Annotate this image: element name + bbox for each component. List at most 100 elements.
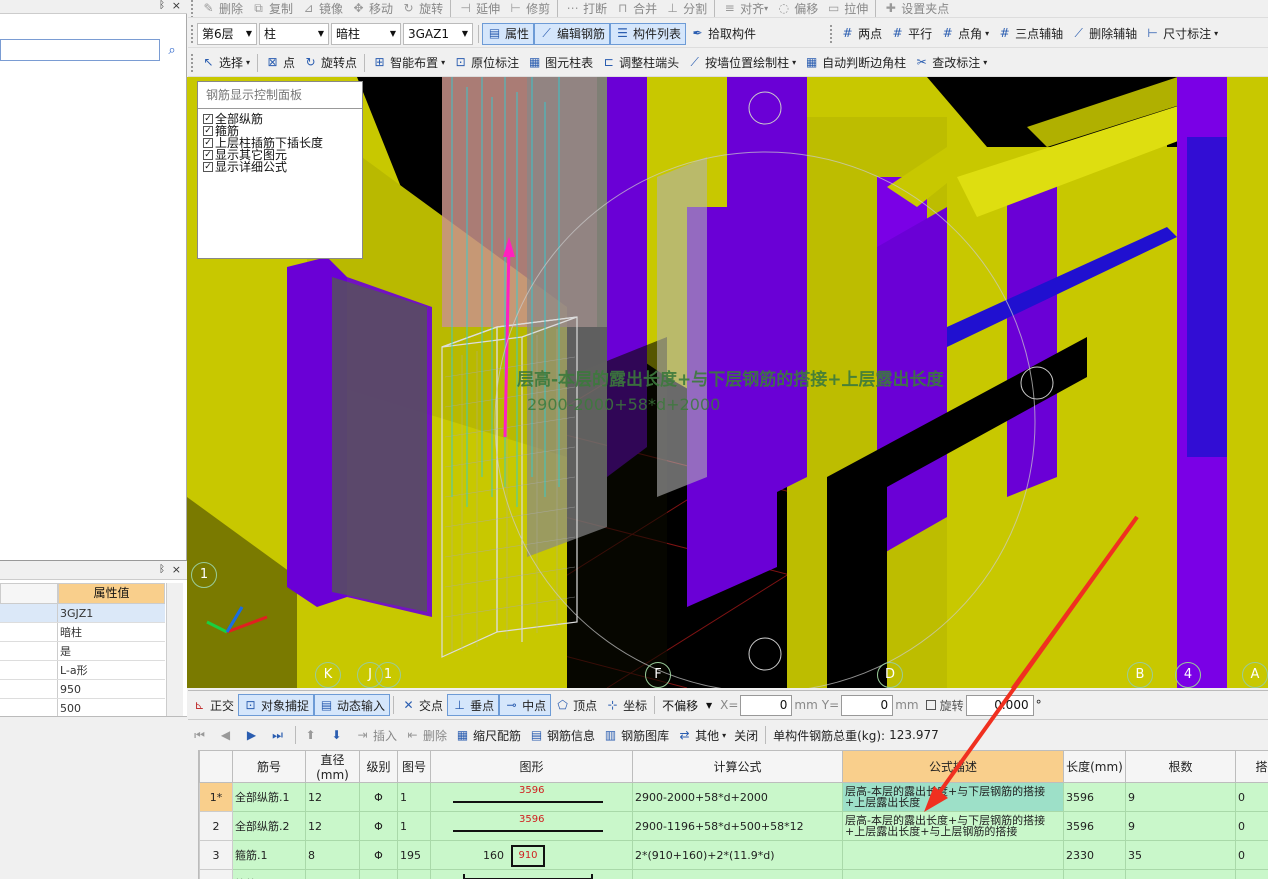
col-header[interactable]: 公式描述	[842, 750, 1064, 783]
point-button[interactable]: ⊠ 点	[261, 52, 299, 74]
type-select[interactable]: 暗柱 ▼	[331, 22, 401, 45]
property-value[interactable]: 3GJZ1	[58, 604, 165, 622]
attribute-button[interactable]: ▤ 属性	[482, 22, 535, 45]
close-icon[interactable]: ×	[172, 563, 181, 576]
rebar-info-button[interactable]: ▤ 钢筋信息	[525, 724, 599, 746]
delete-row-button[interactable]: ⇤ 删除	[401, 724, 451, 746]
set-grip-button[interactable]: ✚ 设置夹点	[879, 0, 953, 17]
table-row[interactable]: 1* 全部纵筋.1 12 Φ 1 3596 2900-2000+58*d+200…	[199, 782, 1268, 812]
pin-icon[interactable]: ᛒ	[159, 564, 165, 575]
row-number[interactable]: 2	[199, 811, 233, 841]
bar-formula[interactable]: 2900-2000+58*d+2000	[632, 782, 843, 812]
property-value[interactable]: 500	[58, 699, 165, 717]
bar-count[interactable]: 105	[1125, 869, 1236, 879]
col-header[interactable]: 长度(mm)	[1063, 750, 1126, 783]
bar-count[interactable]: 35	[1125, 840, 1236, 870]
check-mark-button[interactable]: ✂ 查改标注 ▾	[910, 52, 991, 74]
scale-rebar-button[interactable]: ▦ 缩尺配筋	[451, 724, 525, 746]
rebar-library-button[interactable]: ▥ 钢筋图库	[599, 724, 673, 746]
last-row-button[interactable]: ⏭	[266, 724, 292, 746]
y-input[interactable]: 0	[841, 694, 894, 716]
bar-count[interactable]: 9	[1125, 811, 1236, 841]
delete-button[interactable]: ✎ 删除	[197, 0, 247, 17]
property-row[interactable]: 950	[0, 680, 165, 699]
bar-grade[interactable]: Φ	[359, 811, 398, 841]
bar-count[interactable]: 9	[1125, 782, 1236, 812]
floor-select[interactable]: 第6层 ▼	[197, 22, 257, 45]
ortho-button[interactable]: ⊾ 正交	[188, 694, 238, 716]
break-button[interactable]: ⋯ 打断	[561, 0, 611, 17]
offset-button[interactable]: ◌ 偏移	[772, 0, 822, 17]
align-button[interactable]: ≡ 对齐 ▾	[718, 0, 772, 17]
in-situ-mark-button[interactable]: ⊡ 原位标注	[449, 52, 523, 74]
bar-diameter[interactable]: 8	[305, 840, 360, 870]
rotate-input[interactable]: 0.000	[965, 694, 1034, 716]
bar-lap[interactable]: 0	[1235, 840, 1268, 870]
3d-viewport[interactable]: 钢筋显示控制面板 ✓ 全部纵筋 ✓ 箍筋 ✓ 上层柱插筋下插长度 ✓ 显示其它图元 ✓ 显…	[187, 77, 1268, 688]
parallel-button[interactable]: # 平行	[886, 23, 936, 45]
smart-layout-button[interactable]: ⊞ 智能布置 ▾	[368, 52, 449, 74]
property-scrollbar[interactable]	[166, 583, 183, 719]
extend-button[interactable]: ⊣ 延伸	[454, 0, 504, 17]
bar-grade[interactable]: Φ	[359, 840, 398, 870]
col-header[interactable]: 搭接	[1235, 750, 1268, 783]
bar-grade[interactable]: Φ	[359, 869, 398, 879]
property-row[interactable]: 是	[0, 642, 165, 661]
coordinate-button[interactable]: ⊹ 坐标	[601, 694, 651, 716]
insert-button[interactable]: ⇥ 插入	[351, 724, 401, 746]
bar-name[interactable]: 箍筋.1	[232, 840, 306, 870]
bar-diameter[interactable]: 12	[305, 811, 360, 841]
bar-grade[interactable]: Φ	[359, 782, 398, 812]
table-row[interactable]: 3 箍筋.1 8 Φ 195 160 910 2*(910+160)+2*(11…	[199, 840, 1268, 870]
property-row[interactable]: 暗柱	[0, 623, 165, 642]
bar-formula[interactable]: 2*(910+160)+2*(11.9*d)	[632, 840, 843, 870]
property-row[interactable]: L-a形	[0, 661, 165, 680]
bar-lap[interactable]: 0	[1235, 782, 1268, 812]
mirror-button[interactable]: ⊿ 镜像	[297, 0, 347, 17]
bar-formula[interactable]: 160+2*(11.9*d)	[632, 869, 843, 879]
bar-formula-desc[interactable]: 层高-本层的露出长度+与下层钢筋的搭接+上层露出长度+与上层钢筋的搭接	[842, 811, 1064, 841]
bar-shape[interactable]: 160 910	[430, 840, 633, 870]
search-input[interactable]	[0, 39, 160, 61]
move-button[interactable]: ✥ 移动	[347, 0, 397, 17]
move-down-button[interactable]: ⬇	[325, 724, 351, 746]
col-header[interactable]: 根数	[1125, 750, 1236, 783]
copy-button[interactable]: ⧉ 复制	[247, 0, 297, 17]
bar-length[interactable]: 350	[1063, 869, 1126, 879]
bar-name[interactable]: 全部纵筋.1	[232, 782, 306, 812]
object-snap-button[interactable]: ⊡ 对象捕捉	[238, 694, 315, 716]
bar-shape[interactable]: 160	[430, 869, 633, 879]
table-row[interactable]: 4 箍筋.2 8 Φ 485 160 160+2*(11.9*d) 350 10…	[199, 869, 1268, 879]
col-header[interactable]: 直径(mm)	[305, 750, 360, 783]
bar-lap[interactable]: 0	[1235, 811, 1268, 841]
bar-length[interactable]: 3596	[1063, 782, 1126, 812]
pick-component-button[interactable]: ✒ 拾取构件	[686, 23, 760, 45]
three-point-axis-button[interactable]: # 三点辅轴	[993, 23, 1067, 45]
col-header[interactable]: 图号	[397, 750, 431, 783]
property-value[interactable]: 950	[58, 680, 165, 698]
rotate-button[interactable]: ↻ 旋转	[397, 0, 447, 17]
edit-rebar-button[interactable]: ⟋ 编辑钢筋	[534, 22, 611, 45]
bar-lap[interactable]: 0	[1235, 869, 1268, 879]
close-grid-button[interactable]: 关闭	[730, 724, 762, 746]
bar-diameter[interactable]: 8	[305, 869, 360, 879]
two-points-button[interactable]: # 两点	[836, 23, 886, 45]
move-up-button[interactable]: ⬆	[299, 724, 325, 746]
dimension-button[interactable]: ⊢ 尺寸标注 ▾	[1141, 23, 1222, 45]
bar-name[interactable]: 全部纵筋.2	[232, 811, 306, 841]
bar-shape[interactable]: 3596	[430, 782, 633, 812]
stretch-button[interactable]: ▭ 拉伸	[822, 0, 872, 17]
split-button[interactable]: ⊥ 分割	[661, 0, 711, 17]
perpendicular-button[interactable]: ⊥ 垂点	[447, 694, 500, 716]
element-select[interactable]: 3GAZ1 ▼	[403, 22, 473, 45]
bar-length[interactable]: 2330	[1063, 840, 1126, 870]
col-header[interactable]: 计算公式	[632, 750, 843, 783]
row-number[interactable]: 3	[199, 840, 233, 870]
element-table-button[interactable]: ▦ 图元柱表	[523, 52, 597, 74]
merge-button[interactable]: ⊓ 合并	[611, 0, 661, 17]
bar-figure[interactable]: 485	[397, 869, 431, 879]
auto-corner-button[interactable]: ▦ 自动判断边角柱	[800, 52, 910, 74]
offset-mode-select[interactable]: 不偏移 ▼	[658, 694, 716, 716]
close-icon[interactable]: ×	[172, 0, 181, 12]
delete-axis-button[interactable]: ⟋ 删除辅轴	[1067, 23, 1141, 45]
